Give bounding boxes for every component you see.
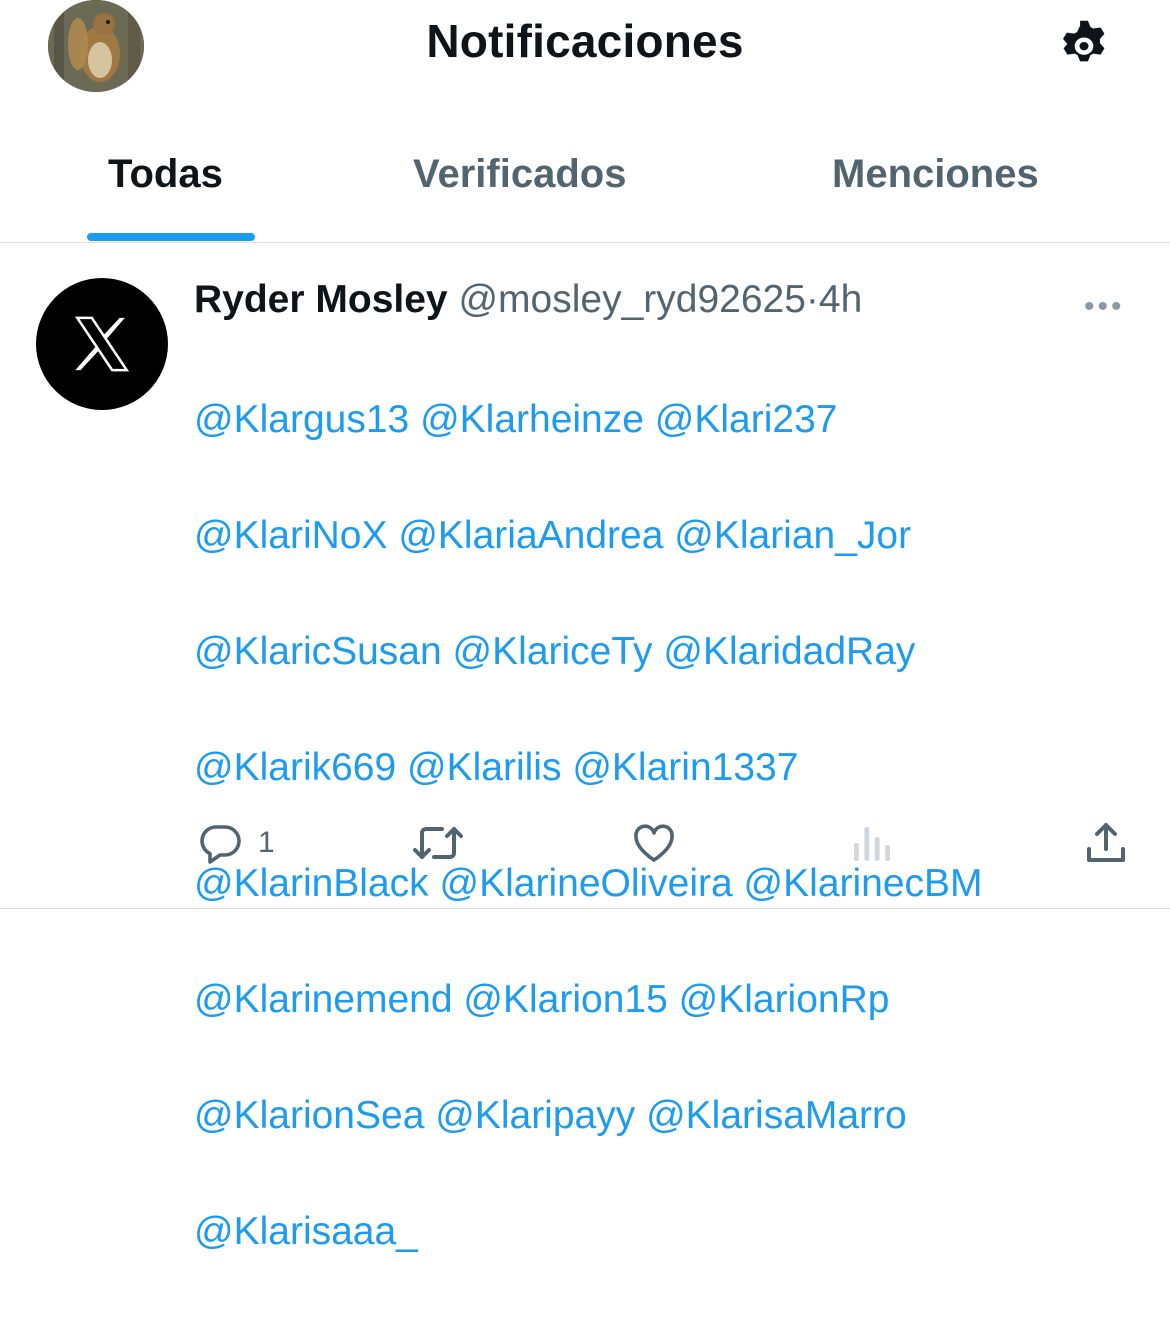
mention-link[interactable]: @Klarilis <box>407 746 561 789</box>
page-title: Notificaciones <box>426 15 744 67</box>
mention-link[interactable]: @Klarinemend <box>194 978 453 1021</box>
share-icon <box>1087 823 1125 862</box>
like-button[interactable] <box>630 818 678 868</box>
tab-verificados[interactable]: Verificados <box>413 152 626 197</box>
tab-menciones[interactable]: Menciones <box>832 152 1039 197</box>
mention-link[interactable]: @Klarik669 <box>194 746 396 789</box>
tweet-line: @Klarisaaa_ <box>194 1203 1154 1261</box>
share-button[interactable] <box>1082 818 1130 868</box>
mention-link[interactable]: @KlaridadRay <box>663 630 915 673</box>
views-button[interactable] <box>848 818 894 868</box>
x-logo-icon <box>74 316 130 372</box>
mention-link[interactable]: @KlariNoX <box>194 514 387 557</box>
reply-count: 1 <box>258 826 275 859</box>
tweet-author-avatar[interactable] <box>36 278 168 410</box>
mention-link[interactable]: @Klarin1337 <box>572 746 798 789</box>
mention-link[interactable]: @KlarisaMarro <box>646 1094 907 1137</box>
tweet-timestamp[interactable]: 4h <box>819 278 862 321</box>
tweet-line: @KlaricSusan @KlariceTy @KlaridadRay <box>194 623 1154 681</box>
active-tab-indicator <box>87 233 255 241</box>
mention-link[interactable]: @Klaripayy <box>435 1094 635 1137</box>
mention-link[interactable]: @KlariceTy <box>453 630 653 673</box>
mention-link[interactable]: @KlarionSea <box>194 1094 424 1137</box>
settings-button[interactable] <box>1052 14 1116 78</box>
divider <box>0 242 1170 243</box>
gear-icon <box>1063 20 1105 62</box>
tweet-line: @Klarik669 @Klarilis @Klarin1337 <box>194 739 1154 797</box>
mention-link[interactable]: @KlarionRp <box>679 978 890 1021</box>
reply-icon <box>200 825 241 864</box>
mention-link[interactable]: @KlarinecBM <box>744 862 983 905</box>
tweet-header: Ryder Mosley @mosley_ryd92625·4h <box>194 276 862 324</box>
mention-link[interactable]: @KlariaAndrea <box>398 514 663 557</box>
views-icon <box>854 827 890 861</box>
retweet-button[interactable] <box>412 818 464 868</box>
mention-link[interactable]: @KlaricSusan <box>194 630 442 673</box>
separator-dot: · <box>805 278 819 321</box>
tab-todas[interactable]: Todas <box>108 152 223 197</box>
tweet-line: @KlariNoX @KlariaAndrea @Klarian_Jor <box>194 507 1154 565</box>
mention-link[interactable]: @KlarineOliveira <box>440 862 733 905</box>
mention-link[interactable]: @Klarheinze <box>420 398 644 441</box>
mention-link[interactable]: @Klarion15 <box>463 978 667 1021</box>
tweet-line: @Klarinemend @Klarion15 @KlarionRp <box>194 971 1154 1029</box>
mention-link[interactable]: @Klargus13 <box>194 398 409 441</box>
author-name[interactable]: Ryder Mosley <box>194 278 448 321</box>
heart-icon <box>634 824 674 862</box>
divider <box>0 908 1170 909</box>
tweet-line: @KlarionSea @Klaripayy @KlarisaMarro <box>194 1087 1154 1145</box>
author-handle[interactable]: @mosley_ryd92625 <box>458 278 805 321</box>
notification-tabs: Todas Verificados Menciones <box>0 130 1170 242</box>
mention-link[interactable]: @KlarinBlack <box>194 862 429 905</box>
mention-link[interactable]: @Klarian_Jor <box>674 514 911 557</box>
mention-link[interactable]: @Klari237 <box>655 398 838 441</box>
more-options-button[interactable]: ••• <box>1084 290 1125 324</box>
tweet-line: @Klargus13 @Klarheinze @Klari237 <box>194 391 1154 449</box>
reply-button[interactable]: 1 <box>196 818 275 868</box>
retweet-icon <box>413 827 463 859</box>
mention-link[interactable]: @Klarisaaa_ <box>194 1210 418 1253</box>
